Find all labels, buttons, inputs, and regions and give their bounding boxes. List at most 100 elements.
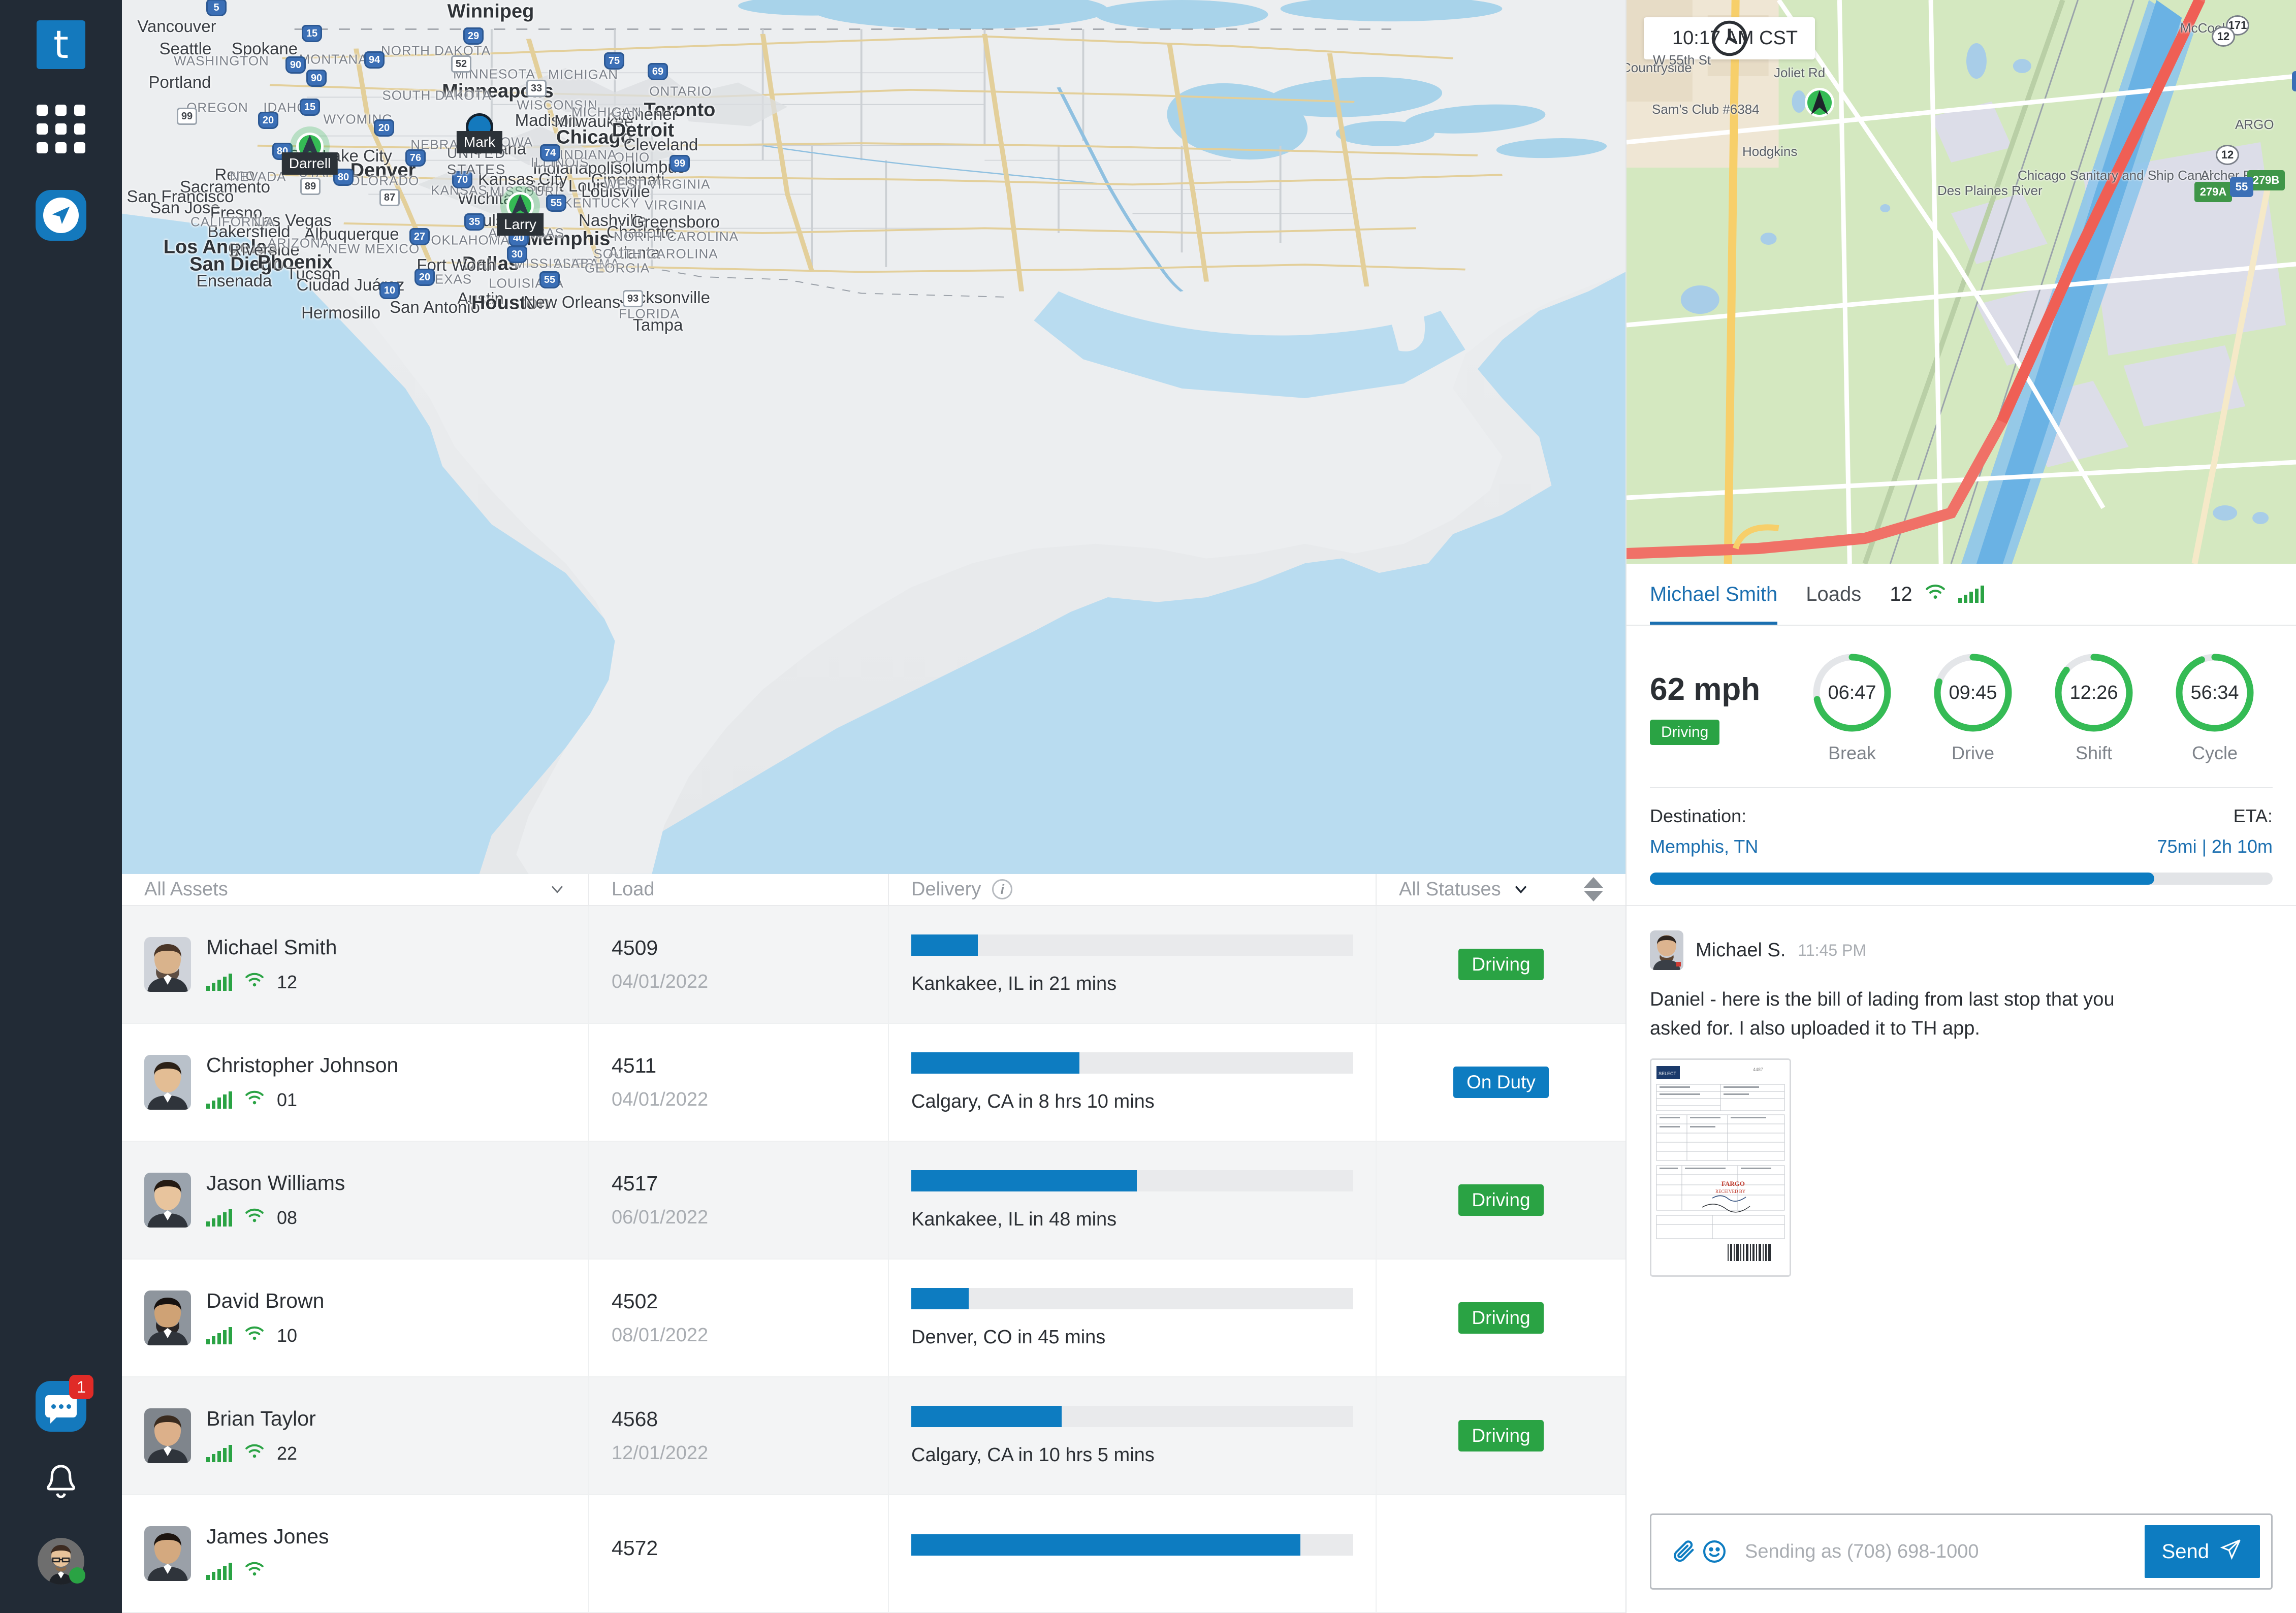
cell-status: Driving bbox=[1377, 906, 1625, 1023]
grid-cell bbox=[55, 105, 67, 116]
driver-detail-panel: 10:17 AM CST McCook Countryside W 55th St J… bbox=[1625, 0, 2296, 1613]
emoji-smiley-icon[interactable] bbox=[1699, 1536, 1730, 1567]
cell-status: Driving bbox=[1377, 1260, 1625, 1376]
cell-driver: Brian Taylor 22 bbox=[122, 1377, 589, 1494]
status-badge: Driving bbox=[1458, 1302, 1544, 1334]
message-time: 11:45 PM bbox=[1798, 941, 1866, 959]
send-button[interactable]: Send bbox=[2144, 1525, 2260, 1578]
table-row[interactable]: Michael Smith 12 4509 04/01/2022 Kankake… bbox=[122, 906, 1625, 1024]
signal-bars-icon bbox=[206, 1091, 232, 1109]
mini-map-vehicle-marker[interactable] bbox=[1805, 88, 1834, 117]
driver-connectivity: 12 bbox=[206, 971, 337, 993]
message-attachment[interactable]: SELECT 4487 FARGO RECEIVED BY bbox=[1650, 1058, 1791, 1277]
delivery-progress-bar bbox=[911, 1405, 1353, 1427]
status-badge: Driving bbox=[1458, 949, 1544, 980]
map-state-label: ARIZONA bbox=[267, 235, 330, 251]
gauge-label: Cycle bbox=[2191, 743, 2238, 763]
send-label: Send bbox=[2161, 1540, 2209, 1563]
driver-connectivity: 01 bbox=[206, 1088, 398, 1111]
mini-map-label: W 55th St bbox=[1653, 52, 1711, 68]
destination-labels: Destination: ETA: bbox=[1650, 805, 2273, 827]
sort-icon[interactable] bbox=[1584, 877, 1603, 902]
sidebar-item-messages[interactable]: 1 bbox=[36, 1375, 93, 1432]
load-number: 4572 bbox=[612, 1536, 658, 1560]
column-header-load[interactable]: Load bbox=[589, 874, 889, 905]
cell-driver: Jason Williams 08 bbox=[122, 1142, 589, 1259]
driver-connectivity: 22 bbox=[206, 1442, 316, 1465]
tab-driver[interactable]: Michael Smith bbox=[1650, 564, 1777, 625]
signal-bars-icon bbox=[206, 1327, 232, 1344]
driver-load-count: 12 bbox=[277, 971, 298, 992]
driver-avatar bbox=[144, 1173, 191, 1228]
mini-map-label: ARGO bbox=[2235, 117, 2274, 132]
duty-status-badge: Driving bbox=[1650, 719, 1720, 745]
sidebar-item-navigation[interactable] bbox=[36, 190, 86, 241]
tab-loads[interactable]: Loads bbox=[1806, 564, 1861, 625]
info-circle-icon[interactable]: i bbox=[992, 879, 1013, 900]
grid-cell bbox=[74, 123, 85, 135]
driver-name: Christopher Johnson bbox=[206, 1053, 399, 1077]
cell-delivery: Kankakee, IL in 48 mins bbox=[889, 1142, 1377, 1259]
cell-status: Driving bbox=[1377, 1377, 1625, 1494]
column-header-assets[interactable]: All Assets bbox=[122, 874, 589, 905]
table-row[interactable]: Jason Williams 08 4517 06/01/2022 Kankak… bbox=[122, 1142, 1625, 1260]
column-header-delivery[interactable]: Delivery i bbox=[889, 874, 1377, 905]
map-state-label: WASHINGTON bbox=[174, 53, 269, 69]
delivery-progress-bar bbox=[911, 1170, 1353, 1191]
message-composer[interactable]: Sending as (708) 698-1000 Send bbox=[1650, 1513, 2273, 1590]
delivery-progress-bar bbox=[911, 1534, 1353, 1556]
load-number: 4517 bbox=[612, 1172, 658, 1195]
wifi-icon bbox=[243, 1206, 266, 1229]
paperclip-icon[interactable] bbox=[1669, 1536, 1699, 1567]
cell-delivery: Calgary, CA in 10 hrs 5 mins bbox=[889, 1377, 1377, 1494]
mini-map-shield-icon: 12 bbox=[2212, 26, 2235, 47]
grid-apps-icon[interactable] bbox=[37, 105, 85, 153]
driver-name: David Brown bbox=[206, 1289, 325, 1312]
message-body: Daniel - here is the bill of lading from… bbox=[1650, 989, 2115, 1039]
signal-bars-icon bbox=[206, 1562, 232, 1580]
highway-shield-icon: 5 bbox=[206, 0, 227, 16]
mini-map-label: Hodgkins bbox=[1742, 144, 1798, 159]
driver-connectivity: 10 bbox=[206, 1324, 324, 1347]
load-number: 4502 bbox=[612, 1289, 658, 1313]
map-marker-label-mark: Mark bbox=[456, 131, 503, 153]
map-state-label: VIRGINIA bbox=[644, 197, 707, 213]
column-label-statuses: All Statuses bbox=[1399, 878, 1501, 900]
table-row[interactable]: Brian Taylor 22 4568 12/01/2022 Calgary,… bbox=[122, 1377, 1625, 1495]
destination-value[interactable]: Memphis, TN bbox=[1650, 836, 1758, 857]
delivery-destination: Calgary, CA in 8 hrs 10 mins bbox=[911, 1090, 1155, 1112]
column-header-statuses[interactable]: All Statuses bbox=[1377, 874, 1625, 905]
map-state-label: ONTARIO bbox=[649, 83, 712, 99]
table-row[interactable]: David Brown 10 4502 08/01/2022 Denver, C… bbox=[122, 1260, 1625, 1377]
bell-icon[interactable] bbox=[42, 1462, 80, 1506]
destination-block: Destination: ETA: Memphis, TN 75mi | 2h … bbox=[1627, 788, 2296, 885]
load-date: 04/01/2022 bbox=[612, 1089, 709, 1110]
highway-shield-icon: 20 bbox=[258, 112, 278, 129]
cell-load: 4517 06/01/2022 bbox=[589, 1142, 889, 1259]
driver-info: David Brown 10 bbox=[206, 1289, 324, 1347]
load-number: 4509 bbox=[612, 936, 658, 959]
signal-bars-icon bbox=[206, 1444, 232, 1462]
hos-gauges: 06:47 Break 09:45 Drive 12:26 Shift 56:3… bbox=[1794, 652, 2273, 764]
highway-shield-icon: 15 bbox=[302, 25, 322, 42]
driver-connectivity bbox=[206, 1560, 329, 1583]
fleet-map[interactable]: Winnipeg Seattle Spokane Vancouver Portland M… bbox=[122, 0, 1625, 874]
sidebar-bottom-group: 1 bbox=[0, 1375, 122, 1585]
map-city-label: Winnipeg bbox=[447, 1, 534, 22]
avatar[interactable] bbox=[38, 1538, 85, 1585]
app-logo[interactable]: t bbox=[37, 20, 85, 69]
map-city-label: Hermosillo bbox=[301, 303, 380, 322]
svg-text:4487: 4487 bbox=[1753, 1067, 1763, 1072]
grid-cell bbox=[55, 142, 67, 153]
highway-shield-icon: 94 bbox=[364, 51, 385, 69]
svg-text:RECEIVED BY: RECEIVED BY bbox=[1715, 1189, 1746, 1194]
table-row[interactable]: Christopher Johnson 01 4511 04/01/2022 C… bbox=[122, 1024, 1625, 1142]
mini-map-label: Chicago Sanitary and Ship Canal bbox=[2018, 168, 2213, 183]
message-input[interactable]: Sending as (708) 698-1000 bbox=[1730, 1541, 2145, 1563]
wifi-icon bbox=[243, 1324, 266, 1347]
table-row[interactable]: James Jones 4572 bbox=[122, 1495, 1625, 1613]
message-header: Michael S. 11:45 PM bbox=[1650, 930, 2273, 970]
load-date: 08/01/2022 bbox=[612, 1325, 709, 1346]
highway-shield-icon: 93 bbox=[623, 290, 643, 307]
driver-mini-map[interactable]: 10:17 AM CST McCook Countryside W 55th St J… bbox=[1627, 0, 2296, 564]
